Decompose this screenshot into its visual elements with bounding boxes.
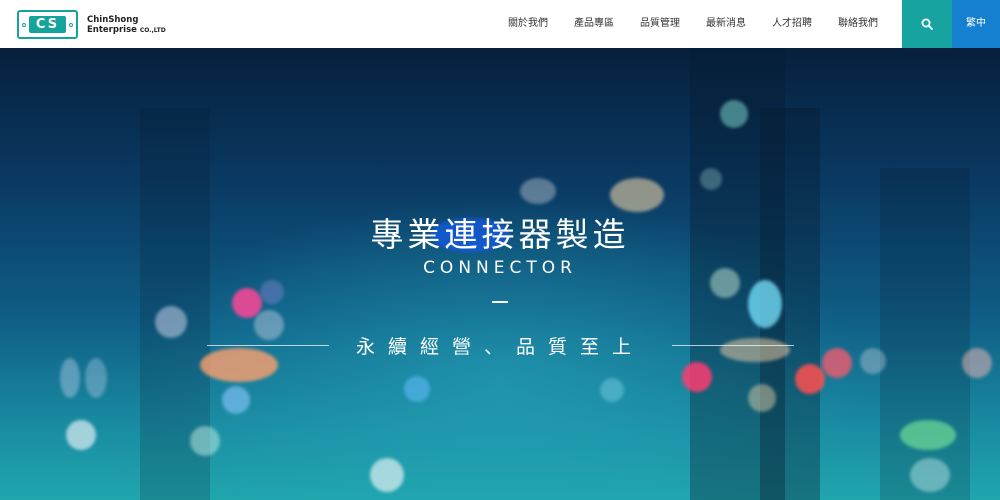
bokeh-light	[610, 178, 664, 212]
nav-item-contact[interactable]: 聯絡我們	[838, 0, 878, 48]
logo-mark: CS	[29, 16, 66, 33]
hero-title: 專業連接器製造	[370, 215, 630, 254]
bokeh-light	[520, 178, 556, 204]
company-logo[interactable]: CS ChinShong Enterprise CO.,LTD	[17, 10, 166, 40]
logo-name-suffix: CO.,LTD	[139, 27, 166, 34]
logo-text: ChinShong Enterprise CO.,LTD	[87, 15, 166, 36]
search-icon	[921, 18, 933, 30]
bokeh-light	[720, 100, 748, 128]
logo-name-line1: ChinShong	[87, 15, 139, 25]
bokeh-light	[900, 420, 956, 450]
logo-dot-left	[22, 23, 26, 27]
bokeh-light	[404, 376, 430, 402]
bokeh-light	[66, 420, 96, 450]
nav-item-products[interactable]: 產品專區	[574, 0, 614, 48]
hero-banner: 專業連接器製造 CONNECTOR 永續經營、品質至上	[0, 48, 1000, 500]
logo-name-line2-wrap: Enterprise CO.,LTD	[87, 25, 166, 36]
nav-item-news[interactable]: 最新消息	[706, 0, 746, 48]
language-button[interactable]: 繁中	[952, 0, 1000, 48]
bokeh-light	[795, 364, 825, 394]
nav-item-about[interactable]: 關於我們	[508, 0, 548, 48]
bokeh-light	[748, 280, 782, 328]
nav-item-quality[interactable]: 品質管理	[640, 0, 680, 48]
nav-item-careers[interactable]: 人才招聘	[772, 0, 812, 48]
bokeh-light	[682, 362, 712, 392]
bokeh-light	[700, 168, 722, 190]
hero-subtitle: CONNECTOR	[423, 258, 577, 278]
search-button[interactable]	[902, 0, 952, 48]
site-header: CS ChinShong Enterprise CO.,LTD 關於我們 產品專…	[0, 0, 1000, 48]
logo-badge: CS	[17, 10, 78, 39]
bokeh-light	[85, 358, 107, 398]
bokeh-light	[260, 280, 284, 304]
main-nav: 關於我們 產品專區 品質管理 最新消息 人才招聘 聯絡我們	[500, 0, 904, 48]
bokeh-light	[60, 358, 80, 398]
bokeh-light	[190, 426, 220, 456]
bokeh-light	[600, 378, 624, 402]
slogan-line-right	[672, 345, 794, 346]
bokeh-light	[222, 386, 250, 414]
logo-name-line2: Enterprise	[87, 25, 137, 35]
logo-dot-right	[69, 23, 73, 27]
bokeh-light	[748, 384, 776, 412]
bokeh-light	[910, 458, 950, 492]
bokeh-light	[370, 458, 404, 492]
hero-divider	[492, 301, 508, 303]
hero-slogan: 永續經營、品質至上	[355, 336, 644, 358]
